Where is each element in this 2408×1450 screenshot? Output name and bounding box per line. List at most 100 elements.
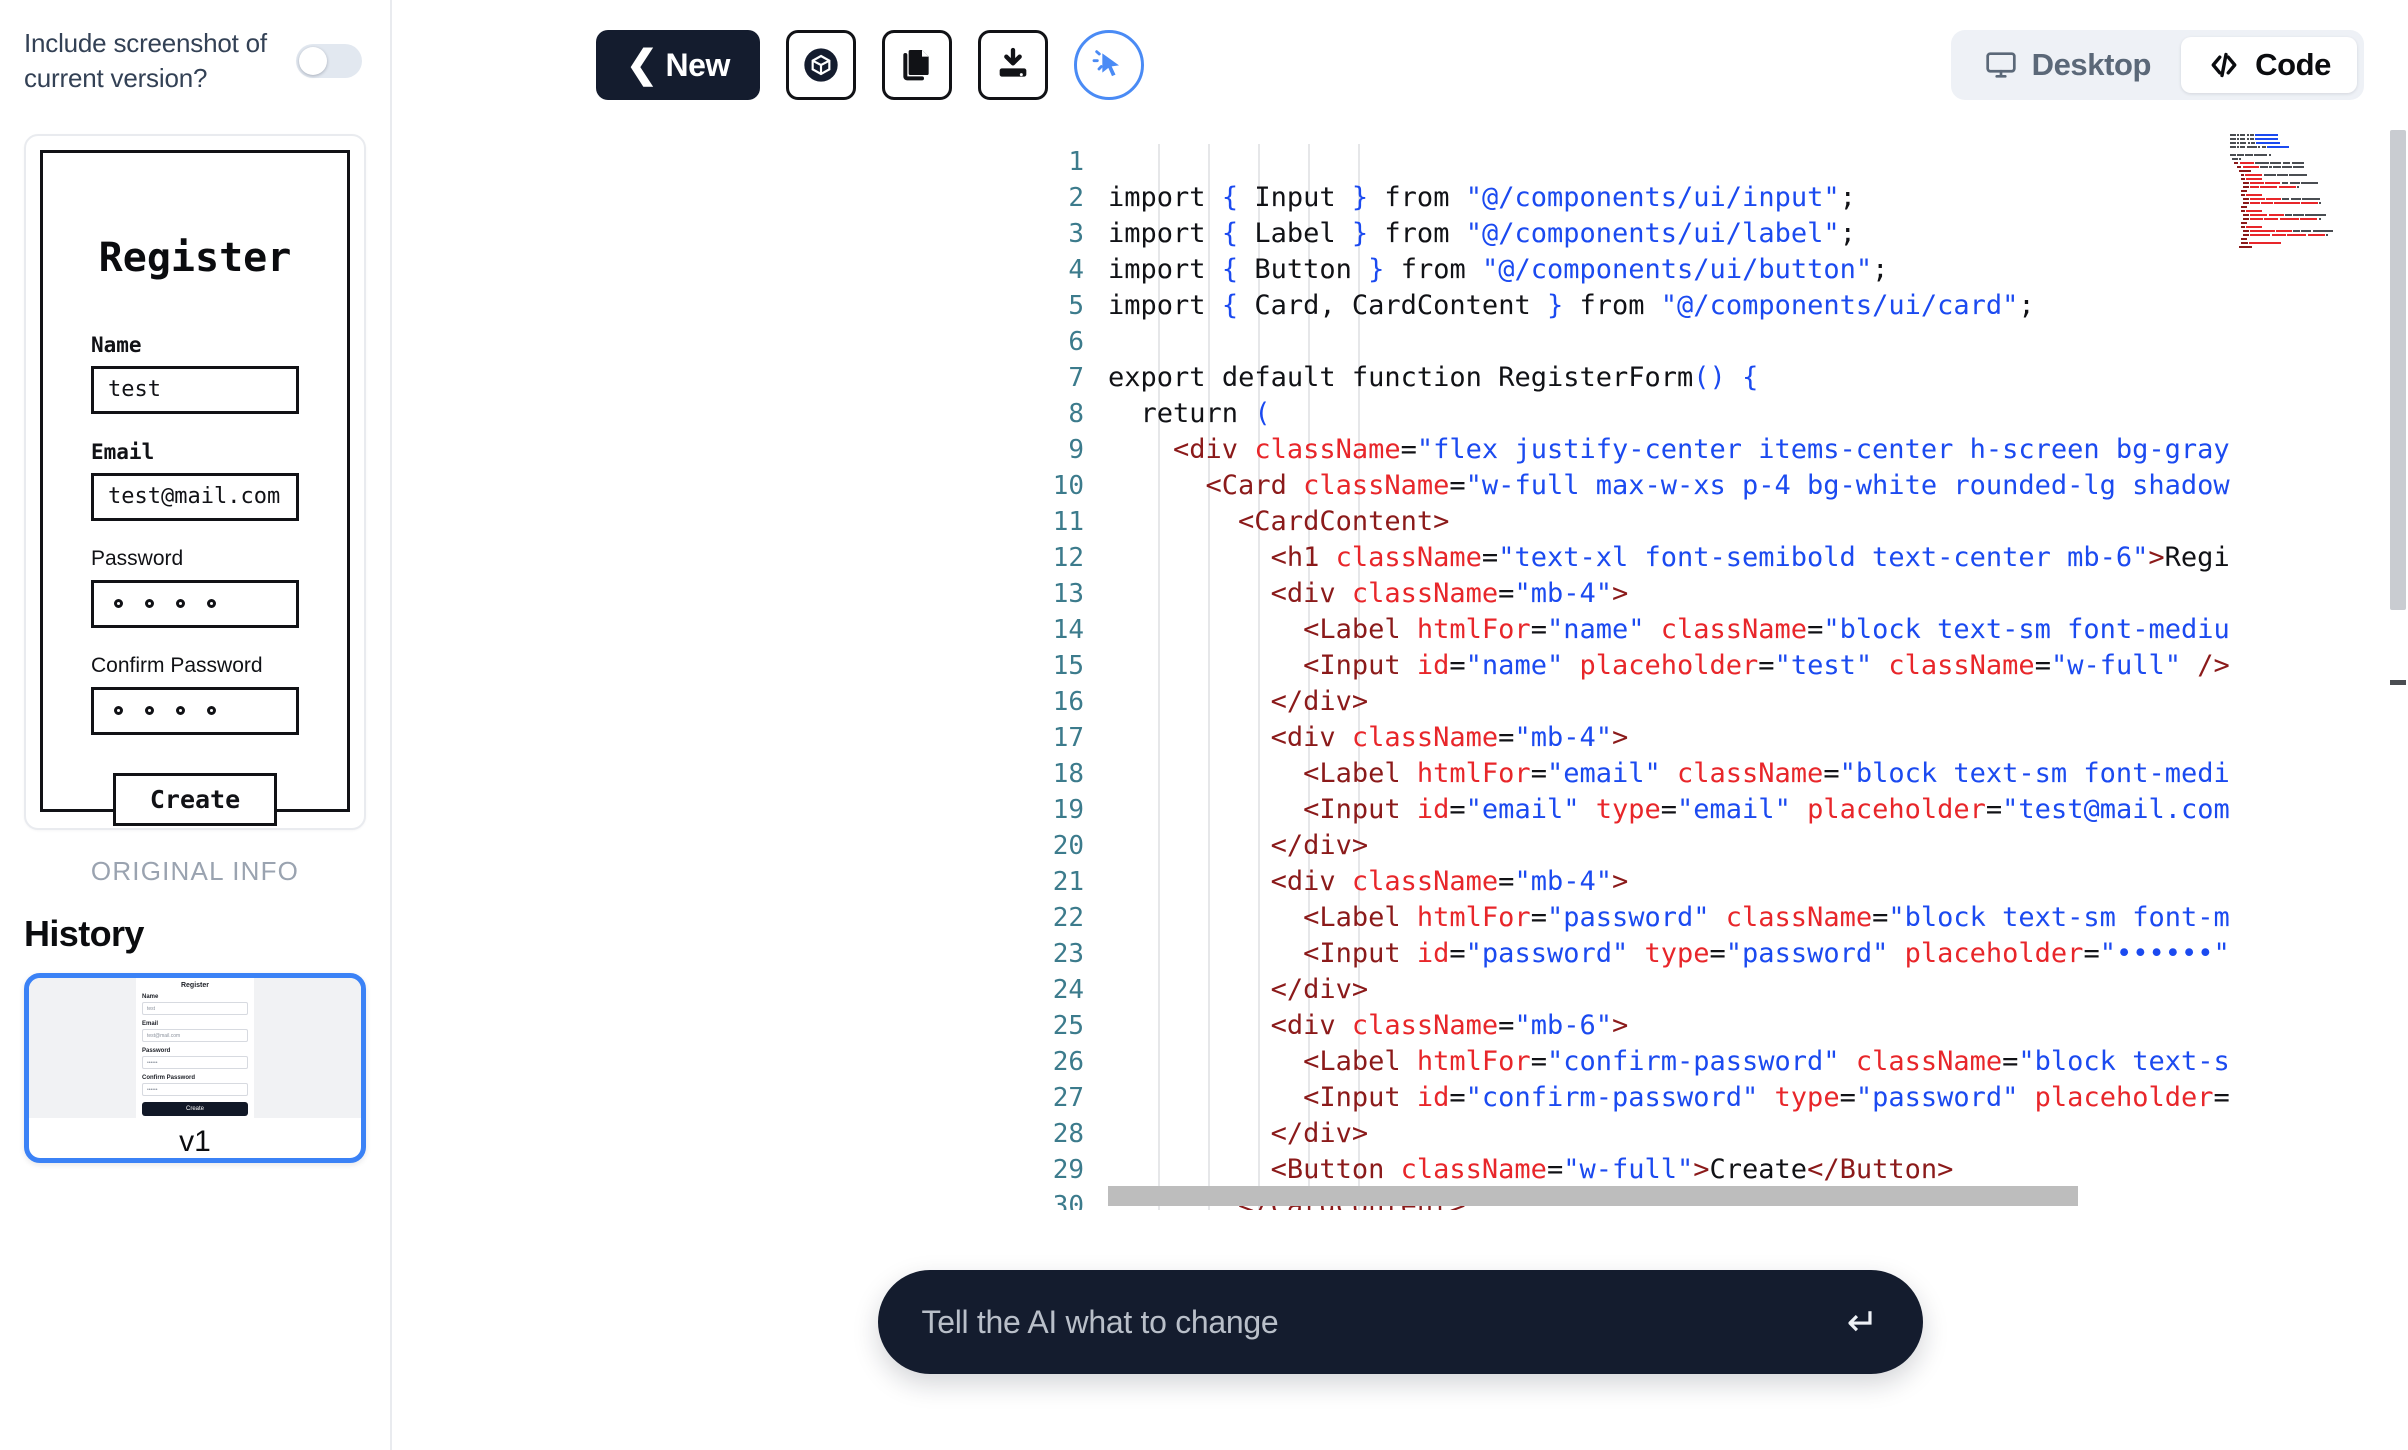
minimap-line: [2230, 138, 2380, 140]
wireframe-input-password[interactable]: [91, 579, 299, 628]
line-number: 2: [1068, 183, 1084, 213]
line-number: 5: [1068, 291, 1084, 321]
thumb-label-confirm-password: Confirm Password: [142, 1074, 196, 1081]
wireframe-submit-row: Create: [91, 772, 299, 826]
cursor-select-icon: [1092, 50, 1120, 77]
toolbar: ❮ New Desktop Code: [392, 0, 2408, 100]
minimap-line: [2230, 150, 2380, 152]
history-item-v1[interactable]: Register Name test Email test@mail.com P…: [24, 972, 366, 1163]
line-number: 25: [1052, 1011, 1084, 1041]
code-line: import { Label } from "@/components/ui/l…: [1108, 218, 1856, 249]
prompt-input[interactable]: Tell the AI what to change: [922, 1304, 1847, 1341]
line-number: 22: [1052, 903, 1084, 933]
minimap-line: [2241, 190, 2380, 192]
wireframe-title: Register: [98, 234, 292, 281]
thumb-label-password: Password: [142, 1047, 171, 1054]
minimap-line: [2238, 246, 2380, 248]
line-number-gutter: 1 2 3 4 5 6 7 8 9 10 11 12 13 14 15 16 17 18 19 20 21 22 23 24 2…: [994, 130, 1084, 1210]
current-version-preview[interactable]: Register Name test Email test@mail.com P…: [24, 133, 366, 830]
code-content[interactable]: import { Input } from "@/components/ui/i…: [1108, 144, 2238, 1210]
prompt-bar-wrapper: Tell the AI what to change ↵: [392, 1270, 2408, 1374]
wireframe-field-email: Email test@mail.com: [91, 440, 299, 521]
toggle-knob: [299, 46, 327, 75]
minimap-line: [2241, 178, 2380, 180]
minimap-line: [2243, 182, 2380, 184]
line-number: 30: [1052, 1191, 1084, 1210]
history-thumbnail: Register Name test Email test@mail.com P…: [29, 977, 361, 1118]
line-number: 17: [1052, 723, 1084, 753]
thumb-input-confirm-password: ••••••: [142, 1082, 248, 1096]
line-number: 24: [1052, 975, 1084, 1005]
wireframe-field-password: Password: [91, 547, 299, 628]
horizontal-scrollbar[interactable]: [1108, 1186, 2078, 1206]
monitor-icon: [1985, 52, 2016, 78]
history-version-label: v1: [179, 1124, 211, 1158]
line-number: 20: [1052, 831, 1084, 861]
thumb-label-name: Name: [142, 993, 159, 1000]
download-icon-button[interactable]: [978, 30, 1049, 100]
tab-desktop[interactable]: Desktop: [1958, 37, 2178, 93]
thumb-input-name: test: [142, 1001, 248, 1015]
thumb-title: Register: [180, 981, 209, 989]
minimap-line: [2241, 206, 2380, 208]
line-number: 23: [1052, 939, 1084, 969]
code-editor[interactable]: 1 2 3 4 5 6 7 8 9 10 11 12 13 14 15 16 17 18 19 20 21 22 23 24 2…: [994, 130, 2408, 1210]
minimap-line: [2234, 162, 2380, 164]
minimap-line: [2241, 194, 2380, 196]
minimap-line: [2230, 134, 2380, 136]
prompt-bar[interactable]: Tell the AI what to change ↵: [877, 1270, 1923, 1374]
line-number: 8: [1068, 399, 1084, 429]
line-number: 3: [1068, 219, 1084, 249]
line-number: 12: [1052, 543, 1084, 573]
wireframe-field-confirm-password: Confirm Password: [91, 654, 299, 735]
line-number: 7: [1068, 363, 1084, 393]
main-panel: ❮ New Desktop Code 1 2 3 4 5 6 7 8 9 10 …: [392, 0, 2408, 1450]
include-screenshot-label: Include screenshot of current version?: [24, 28, 267, 93]
wireframe-input-name[interactable]: test: [91, 365, 299, 414]
wireframe-create-button[interactable]: Create: [112, 772, 278, 826]
code-line: <Label htmlFor="confirm-password" classN…: [1303, 1046, 2238, 1077]
wireframe-label-password: Password: [91, 546, 184, 570]
line-number: 18: [1052, 759, 1084, 789]
scrollbar-marker: [2390, 680, 2406, 685]
line-number: 9: [1068, 435, 1084, 465]
code-line: </div>: [1270, 1118, 1369, 1149]
thumb-label-email: Email: [142, 1020, 159, 1027]
code-line: import { Input } from "@/components/ui/i…: [1108, 182, 1856, 213]
vertical-scrollbar-thumb[interactable]: [2390, 130, 2406, 610]
new-button[interactable]: ❮ New: [596, 30, 761, 100]
wireframe-input-email[interactable]: test@mail.com: [91, 472, 299, 521]
minimap-line: [2243, 230, 2380, 232]
chevron-left-icon: ❮: [626, 44, 658, 86]
cursor-select-icon-button[interactable]: [1074, 30, 1145, 100]
sandbox-icon-button[interactable]: [786, 30, 857, 100]
line-number: 21: [1052, 867, 1084, 897]
copy-icon-button[interactable]: [882, 30, 953, 100]
wireframe-label-name: Name: [91, 332, 142, 357]
line-number: 10: [1052, 471, 1084, 501]
minimap-line: [2236, 166, 2380, 168]
code-line: <Button className="w-full">Create</Butto…: [1270, 1154, 1954, 1185]
line-number: 11: [1052, 507, 1084, 537]
thumb-input-password: ••••••: [142, 1055, 248, 1069]
code-line: return (: [1140, 398, 1271, 429]
line-number: 4: [1068, 255, 1084, 285]
minimap-line: [2241, 210, 2380, 212]
code-line: import { Card, CardContent } from "@/com…: [1108, 290, 2035, 321]
code-line: <div className="mb-4">: [1270, 578, 1629, 609]
minimap-line: [2230, 130, 2380, 132]
minimap-line: [2243, 186, 2380, 188]
minimap-line: [2230, 154, 2380, 156]
wireframe-field-name: Name test: [91, 333, 299, 414]
password-dots: [108, 599, 216, 609]
line-number: 14: [1052, 615, 1084, 645]
code-minimap[interactable]: [2230, 130, 2380, 1210]
tab-code[interactable]: Code: [2181, 37, 2357, 93]
vertical-scrollbar[interactable]: [2390, 130, 2406, 1210]
line-number: 27: [1052, 1083, 1084, 1113]
thumb-input-email: test@mail.com: [142, 1028, 248, 1042]
include-screenshot-toggle[interactable]: [296, 43, 362, 78]
wireframe-input-confirm-password[interactable]: [91, 686, 299, 735]
enter-arrow-icon[interactable]: ↵: [1847, 1300, 1879, 1345]
